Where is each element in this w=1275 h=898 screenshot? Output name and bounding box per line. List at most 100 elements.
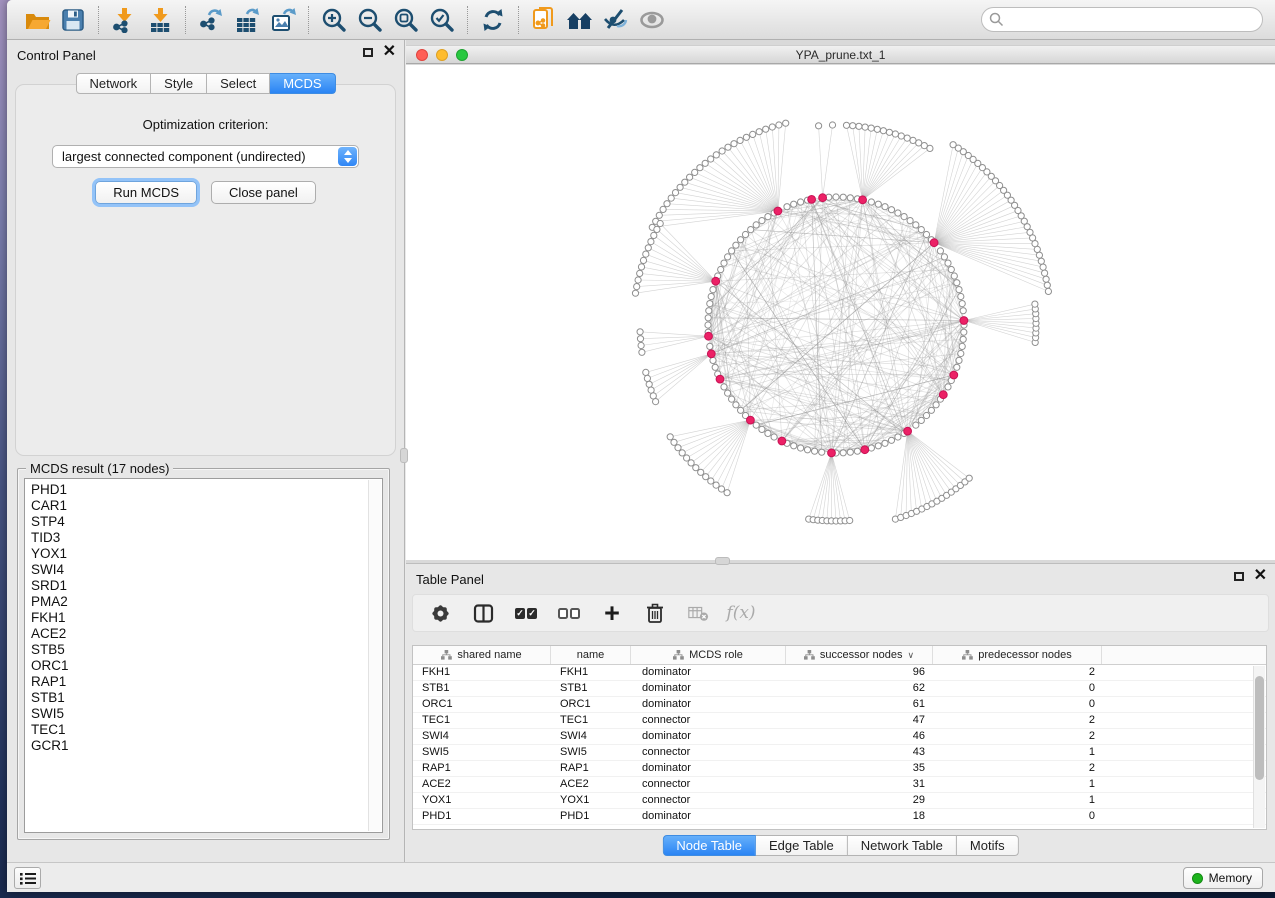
table-row[interactable]: SWI5SWI5connector431 (413, 745, 1266, 761)
import-table-button[interactable] (142, 3, 178, 37)
table-cell: SWI5 (551, 745, 631, 760)
table-cell: dominator (631, 681, 786, 696)
minimize-window-icon[interactable] (436, 49, 448, 61)
column-header-shared-name[interactable]: shared name (413, 646, 551, 664)
column-header-predecessor-nodes[interactable]: predecessor nodes (933, 646, 1102, 664)
column-header-mcds-role[interactable]: MCDS role (631, 646, 786, 664)
table-cell: FKH1 (413, 665, 551, 680)
mcds-result-item[interactable]: STB1 (31, 690, 382, 706)
table-row[interactable]: SWI4SWI4dominator462 (413, 729, 1266, 745)
eye-slash-icon (602, 7, 630, 33)
tab-motifs[interactable]: Motifs (957, 835, 1019, 856)
import-table-icon (147, 7, 173, 33)
table-row[interactable]: RAP1RAP1dominator352 (413, 761, 1266, 777)
hide-selected-button[interactable] (598, 3, 634, 37)
tab-network[interactable]: Network (75, 73, 151, 94)
column-header-name[interactable]: name (551, 646, 631, 664)
mcds-result-item[interactable]: TID3 (31, 530, 382, 546)
table-row[interactable]: STB1STB1dominator620 (413, 681, 1266, 697)
dropdown-stepper-icon (338, 147, 357, 166)
mcds-result-item[interactable]: STP4 (31, 514, 382, 530)
export-image-button[interactable] (265, 3, 301, 37)
table-row[interactable]: PHD1PHD1dominator180 (413, 809, 1266, 825)
mcds-result-item[interactable]: TEC1 (31, 722, 382, 738)
mcds-result-item[interactable]: SRD1 (31, 578, 382, 594)
export-image-icon (270, 7, 297, 33)
share-document-button[interactable] (526, 3, 562, 37)
export-table-button[interactable] (229, 3, 265, 37)
import-network-button[interactable] (106, 3, 142, 37)
search-input[interactable] (1004, 12, 1255, 28)
zoom-selected-button[interactable] (424, 3, 460, 37)
mcds-result-item[interactable]: PHD1 (31, 482, 382, 498)
mcds-result-item[interactable]: CAR1 (31, 498, 382, 514)
zoom-out-button[interactable] (352, 3, 388, 37)
delete-table-button[interactable] (687, 601, 709, 625)
namespace-icon (441, 650, 452, 660)
mcds-result-item[interactable]: PMA2 (31, 594, 382, 610)
mcds-result-item[interactable]: RAP1 (31, 674, 382, 690)
mcds-result-item[interactable]: SWI5 (31, 706, 382, 722)
home-button[interactable] (562, 3, 598, 37)
mcds-result-item[interactable]: STB5 (31, 642, 382, 658)
table-row[interactable]: ACE2ACE2connector311 (413, 777, 1266, 793)
function-builder-button[interactable]: f(x) (730, 601, 752, 625)
table-row[interactable]: ORC1ORC1dominator610 (413, 697, 1266, 713)
run-mcds-button[interactable]: Run MCDS (95, 181, 197, 204)
mcds-result-item[interactable]: ORC1 (31, 658, 382, 674)
network-window-title: YPA_prune.txt_1 (796, 48, 886, 62)
float-panel-icon[interactable] (1234, 572, 1244, 581)
table-row[interactable]: FKH1FKH1dominator962 (413, 665, 1266, 681)
deselect-all-columns-button[interactable] (558, 601, 580, 625)
open-session-button[interactable] (19, 3, 55, 37)
mcds-result-item[interactable]: SWI4 (31, 562, 382, 578)
save-disk-icon (60, 7, 86, 33)
close-panel-icon[interactable]: ✕ (1254, 571, 1267, 581)
mcds-result-item[interactable]: ACE2 (31, 626, 382, 642)
table-scrollbar[interactable] (1253, 666, 1265, 828)
close-panel-icon[interactable]: ✕ (383, 47, 396, 57)
float-panel-icon[interactable] (363, 48, 373, 57)
tab-network-table[interactable]: Network Table (848, 835, 957, 856)
tab-style[interactable]: Style (151, 73, 207, 94)
criterion-dropdown[interactable]: largest connected component (undirected) (52, 145, 359, 168)
table-cell: PHD1 (551, 809, 631, 824)
select-all-columns-button[interactable]: ✓ ✓ (515, 601, 537, 625)
close-panel-button[interactable]: Close panel (211, 181, 316, 204)
table-cell: 1 (933, 745, 1102, 760)
show-columns-button[interactable] (472, 601, 494, 625)
table-cell: YOX1 (413, 793, 551, 808)
mcds-result-item[interactable]: FKH1 (31, 610, 382, 626)
delete-column-button[interactable] (644, 601, 666, 625)
export-network-button[interactable] (193, 3, 229, 37)
show-all-button[interactable] (634, 3, 670, 37)
table-row[interactable]: TEC1TEC1connector472 (413, 713, 1266, 729)
search-icon (989, 12, 1004, 27)
refresh-layout-button[interactable] (475, 3, 511, 37)
mcds-result-item[interactable]: GCR1 (31, 738, 382, 754)
close-window-icon[interactable] (416, 49, 428, 61)
show-panels-button[interactable] (14, 867, 41, 889)
tab-node-table[interactable]: Node Table (662, 835, 756, 856)
vertical-splitter-grip[interactable] (400, 448, 408, 463)
tab-edge-table[interactable]: Edge Table (756, 835, 848, 856)
horizontal-splitter-grip[interactable] (715, 557, 730, 565)
zoom-in-button[interactable] (316, 3, 352, 37)
table-row[interactable]: YOX1YOX1connector291 (413, 793, 1266, 809)
table-scrollbar-thumb[interactable] (1255, 676, 1264, 780)
maximize-window-icon[interactable] (456, 49, 468, 61)
mcds-list-scrollbar[interactable] (368, 480, 381, 831)
table-cell: STB1 (551, 681, 631, 696)
table-settings-button[interactable] (429, 601, 451, 625)
zoom-fit-button[interactable] (388, 3, 424, 37)
create-column-button[interactable]: + (601, 601, 623, 625)
memory-button[interactable]: Memory (1183, 867, 1263, 889)
network-canvas[interactable] (406, 65, 1275, 560)
table-panel-title: Table Panel (416, 572, 484, 587)
save-session-button[interactable] (55, 3, 91, 37)
tab-mcds[interactable]: MCDS (270, 73, 335, 94)
column-header-successor-nodes[interactable]: successor nodes∨ (786, 646, 933, 664)
search-box[interactable] (981, 7, 1263, 32)
tab-select[interactable]: Select (207, 73, 270, 94)
mcds-result-item[interactable]: YOX1 (31, 546, 382, 562)
